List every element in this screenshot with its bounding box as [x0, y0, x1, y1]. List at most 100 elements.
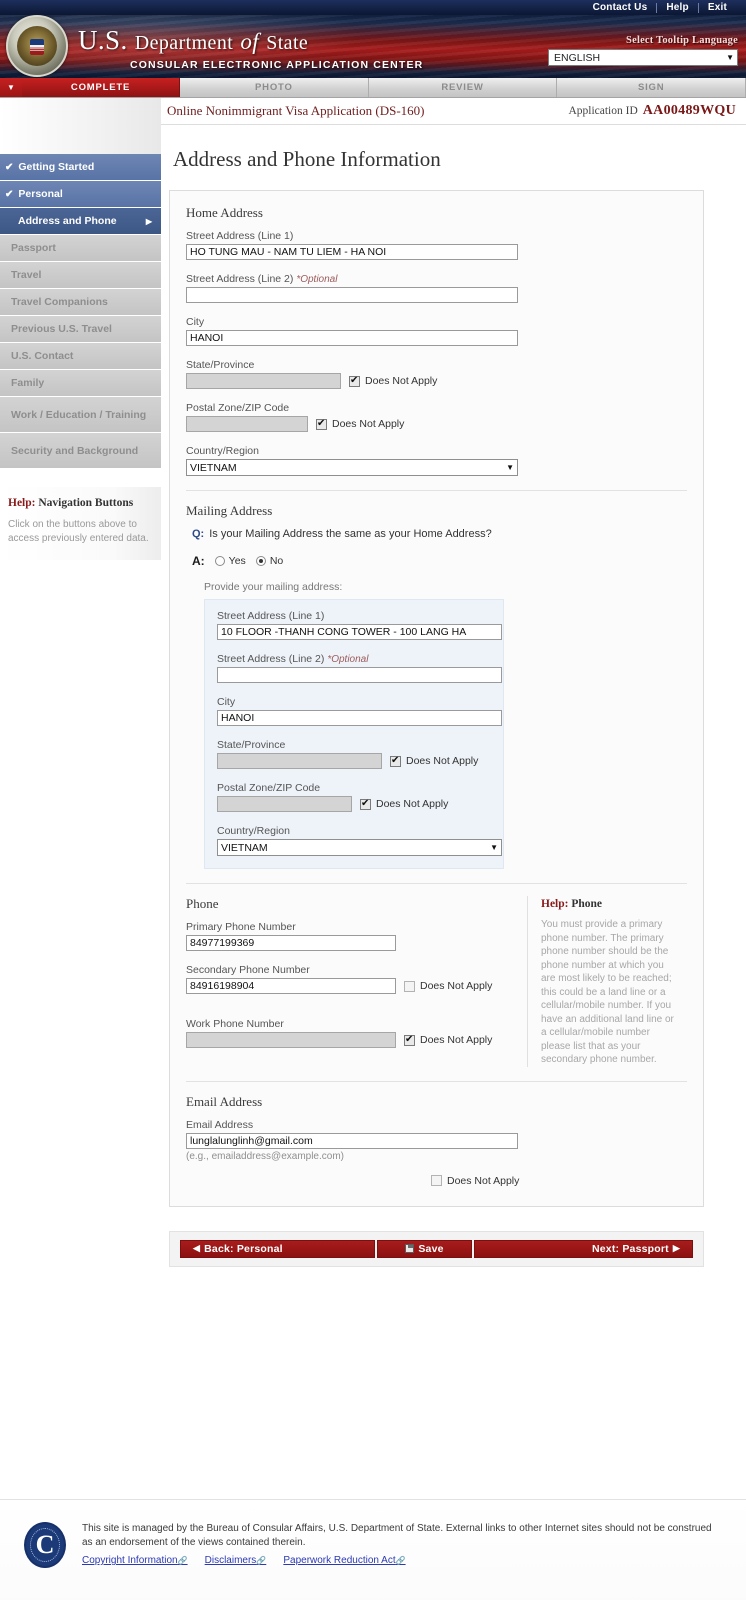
email-section-title: Email Address [186, 1093, 263, 1109]
step-review[interactable]: REVIEW [368, 78, 558, 97]
home-postal-dna[interactable]: Does Not Apply [316, 418, 404, 430]
utility-bar: Contact Us Help Exit [0, 0, 746, 15]
sidebar-item-getting-started[interactable]: ✔ Getting Started [0, 154, 161, 181]
check-icon: ✔ [5, 161, 14, 173]
mail-postal-field: Postal Zone/ZIP Code Does Not Apply [217, 782, 491, 812]
home-city-input[interactable] [186, 330, 518, 346]
home-street1-label: Street Address (Line 1) [186, 230, 294, 242]
optional-marker: *Optional [327, 654, 369, 665]
home-state-label: State/Province [186, 359, 255, 371]
external-link-icon: 🔗 [395, 1556, 406, 1565]
mail-street1-input[interactable] [217, 624, 502, 640]
help-link[interactable]: Help [657, 2, 697, 13]
tooltip-language-select[interactable]: ENGLISH ▼ [548, 49, 738, 66]
sidebar-item-label: U.S. Contact [11, 350, 74, 362]
email-dna[interactable]: Does Not Apply [431, 1175, 687, 1187]
copyright-information-link[interactable]: Copyright Information🔗 [82, 1555, 188, 1566]
back-button-label: Back: Personal [204, 1242, 283, 1255]
mail-street2-input[interactable] [217, 667, 502, 683]
checkbox-icon[interactable] [431, 1175, 442, 1186]
email-input[interactable] [186, 1132, 518, 1149]
sidebar-item-passport[interactable]: Passport [0, 235, 161, 262]
step-photo[interactable]: PHOTO [180, 78, 369, 97]
checkbox-icon[interactable] [360, 798, 371, 810]
sidebar-nav: ✔ Getting Started ✔ Personal Address and… [0, 154, 161, 469]
answer-marker: A: [192, 554, 205, 568]
sidebar-item-us-contact[interactable]: U.S. Contact [0, 343, 161, 370]
steps-dropdown-toggle[interactable]: ▼ [0, 78, 22, 97]
sidebar-help-body: Click on the buttons above to access pre… [8, 519, 149, 544]
sidebar-item-family[interactable]: Family [0, 370, 161, 397]
tooltip-language-control: Select Tooltip Language ENGLISH ▼ [548, 35, 738, 66]
sidebar-item-previous-us-travel[interactable]: Previous U.S. Travel [0, 316, 161, 343]
save-button[interactable]: Save [377, 1239, 472, 1258]
question-marker: Q: [192, 528, 205, 540]
radio-icon[interactable] [214, 556, 225, 566]
brand-state: State [266, 32, 309, 54]
checkbox-icon[interactable] [404, 1034, 415, 1046]
mail-postal-dna[interactable]: Does Not Apply [360, 798, 448, 810]
sidebar-item-label: Previous U.S. Travel [11, 323, 112, 335]
sidebar-item-label: Getting Started [18, 161, 95, 173]
brand-lockup: U.S. Department of State CONSULAR ELECTR… [78, 26, 423, 72]
work-phone-dna[interactable]: Does Not Apply [404, 1034, 492, 1046]
home-street1-field: Street Address (Line 1) [186, 230, 687, 260]
home-state-dna[interactable]: Does Not Apply [349, 375, 437, 387]
exit-link[interactable]: Exit [699, 2, 736, 13]
home-street2-input[interactable] [186, 287, 518, 303]
sidebar-item-security-and-background[interactable]: Security and Background [0, 433, 161, 469]
contact-us-link[interactable]: Contact Us [584, 2, 657, 13]
sidebar-item-address-and-phone[interactable]: Address and Phone ▶ [0, 208, 161, 235]
divider [186, 490, 687, 491]
secondary-phone-input[interactable] [186, 978, 396, 994]
disclaimers-link[interactable]: Disclaimers🔗 [205, 1555, 267, 1566]
step-sign[interactable]: SIGN [557, 78, 746, 97]
mailing-same-no[interactable]: No [255, 555, 283, 567]
home-street1-input[interactable] [186, 244, 518, 260]
checkbox-icon[interactable] [316, 418, 327, 430]
sidebar-item-work-education-training[interactable]: Work / Education / Training [0, 397, 161, 433]
tooltip-language-label: Select Tooltip Language [626, 35, 738, 46]
next-button-label: Next: Passport [591, 1242, 669, 1255]
mail-city-label: City [217, 696, 236, 708]
sidebar-item-travel[interactable]: Travel [0, 262, 161, 289]
checkbox-icon[interactable] [349, 375, 360, 387]
mail-state-dna[interactable]: Does Not Apply [390, 755, 478, 767]
paperwork-reduction-act-link[interactable]: Paperwork Reduction Act🔗 [283, 1555, 405, 1566]
home-address-section-title: Home Address [186, 205, 263, 220]
checkbox-icon[interactable] [390, 755, 401, 767]
mail-postal-input [217, 796, 352, 812]
logo-letter: C [35, 1530, 55, 1559]
main-content: Online Nonimmigrant Visa Application (DS… [161, 98, 746, 1267]
next-button[interactable]: Next: Passport ▶ [474, 1239, 693, 1258]
mail-street1-label: Street Address (Line 1) [217, 610, 325, 622]
external-link-icon: 🔗 [177, 1556, 188, 1565]
sidebar-item-personal[interactable]: ✔ Personal [0, 181, 161, 208]
mail-street1-field: Street Address (Line 1) [217, 610, 502, 640]
step-complete[interactable]: COMPLETE [22, 78, 180, 97]
secondary-phone-dna[interactable]: Does Not Apply [404, 980, 492, 992]
application-title: Online Nonimmigrant Visa Application (DS… [167, 103, 425, 118]
secondary-phone-field: Secondary Phone Number Does Not Apply [186, 964, 513, 994]
home-country-field: Country/Region VIETNAM ▼ [186, 445, 687, 476]
mail-country-select[interactable]: VIETNAM ▼ [217, 839, 502, 856]
radio-icon-selected[interactable] [255, 556, 266, 566]
sidebar-item-travel-companions[interactable]: Travel Companions [0, 289, 161, 316]
mail-state-label: State/Province [217, 739, 286, 751]
back-button[interactable]: ◀ Back: Personal [180, 1239, 375, 1258]
footer-links: Copyright Information🔗 Disclaimers🔗 Pape… [82, 1554, 722, 1566]
home-postal-label: Postal Zone/ZIP Code [186, 402, 290, 414]
sidebar-help-panel: Help: Navigation Buttons Click on the bu… [0, 487, 161, 560]
mailing-same-yes[interactable]: Yes [214, 555, 246, 567]
mail-city-input[interactable] [217, 710, 502, 726]
checkbox-icon[interactable] [404, 980, 415, 992]
primary-phone-input[interactable] [186, 935, 396, 951]
brand-of: of [240, 29, 260, 54]
mail-street2-label: Street Address (Line 2) *Optional [217, 653, 491, 665]
work-phone-label: Work Phone Number [186, 1018, 284, 1030]
chevron-left-icon: ◀ [193, 1243, 201, 1253]
mailing-same-yes-label: Yes [228, 555, 246, 567]
mailing-address-subpanel: Street Address (Line 1) Street Address (… [204, 599, 504, 869]
home-country-select[interactable]: VIETNAM ▼ [186, 459, 518, 476]
home-state-input [186, 373, 341, 389]
